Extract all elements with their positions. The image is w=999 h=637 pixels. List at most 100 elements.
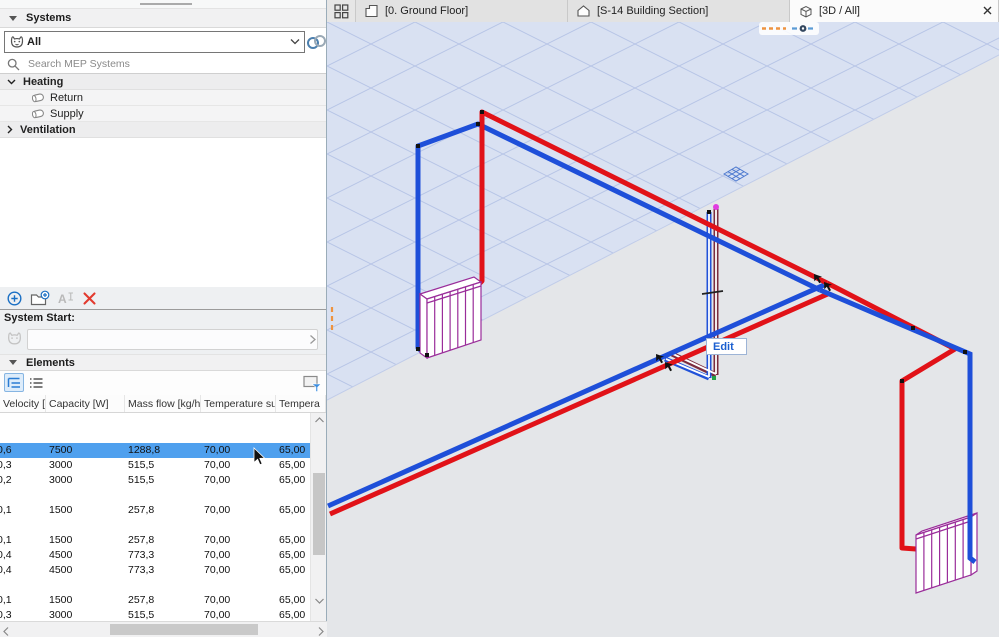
expander-closed-icon[interactable] — [7, 125, 13, 134]
table-cell — [125, 413, 201, 428]
viewport-3d[interactable]: Edit — [326, 22, 999, 637]
table-row[interactable]: 0,3 3000 515,5 70,00 65,00 — [0, 608, 310, 621]
scroll-left-icon[interactable] — [3, 627, 9, 636]
table-cell: 0,6 — [0, 444, 12, 456]
tab-ground-floor[interactable]: [0. Ground Floor] — [356, 0, 568, 22]
table-cell: 257,8 — [128, 534, 155, 546]
table-cell — [201, 518, 276, 533]
drag-handle[interactable] — [140, 3, 192, 5]
column-header-temp-return[interactable]: Tempera — [276, 395, 326, 412]
table-row[interactable] — [0, 428, 310, 443]
chevron-right-icon[interactable] — [309, 334, 317, 345]
tree-view-toggle[interactable] — [4, 373, 24, 392]
table-cell: 4500 — [49, 564, 73, 576]
expander-open-icon[interactable] — [7, 79, 16, 85]
search-field[interactable] — [0, 55, 326, 74]
table-cell — [125, 518, 201, 533]
table-cell: 515,5 — [128, 609, 155, 621]
floor-plan-icon — [365, 4, 378, 18]
table-cell — [0, 518, 46, 533]
table-row[interactable] — [0, 518, 310, 533]
horizontal-scrollbar[interactable] — [0, 621, 327, 637]
table-row[interactable]: 0,1 1500 257,8 70,00 65,00 — [0, 503, 310, 518]
quad-view-icon — [333, 3, 348, 18]
elements-section-header[interactable]: Elements — [0, 354, 326, 371]
scroll-up-icon[interactable] — [315, 417, 324, 423]
tree-group-ventilation[interactable]: Ventilation — [0, 122, 326, 138]
vertical-scrollbar[interactable] — [310, 413, 326, 621]
list-view-icon — [29, 377, 42, 388]
table-cell — [0, 488, 46, 503]
elements-header-label: Elements — [26, 356, 75, 369]
tree-group-heating[interactable]: Heating — [0, 74, 326, 90]
hotspot-magenta[interactable] — [713, 204, 719, 210]
quad-view-button[interactable] — [327, 0, 356, 22]
new-folder-icon[interactable] — [30, 290, 51, 307]
table-row[interactable]: 0,1 1500 257,8 70,00 65,00 — [0, 533, 310, 548]
table-cell: 515,5 — [128, 459, 155, 471]
table-cell — [201, 413, 276, 428]
table-cell: 3000 — [49, 609, 73, 621]
table-row[interactable] — [0, 413, 310, 428]
horizontal-scroll-thumb[interactable] — [110, 624, 258, 635]
linked-systems-icon[interactable] — [306, 33, 327, 51]
table-row[interactable]: 0,1 1500 257,8 70,00 65,00 — [0, 593, 310, 608]
table-row[interactable]: 0,2 3000 515,5 70,00 65,00 — [0, 473, 310, 488]
delete-icon[interactable] — [82, 291, 97, 306]
systems-toolbar: A — [0, 287, 326, 309]
column-header-capacity[interactable]: Capacity [W] — [46, 395, 125, 412]
table-row[interactable]: 0,4 4500 773,3 70,00 65,00 — [0, 548, 310, 563]
chevron-down-icon — [290, 36, 300, 48]
table-cell — [0, 428, 46, 443]
table-cell — [201, 488, 276, 503]
table-cell — [276, 413, 310, 428]
scroll-right-icon[interactable] — [318, 627, 324, 636]
tab-building-section[interactable]: [S-14 Building Section] — [568, 0, 790, 22]
table-rows: 0,6 7500 1288,8 70,00 65,00 0,3 3000 515,5 70,00… — [0, 413, 310, 621]
column-header-massflow[interactable]: Mass flow [kg/h] — [125, 395, 201, 412]
table-cell — [276, 518, 310, 533]
pipe-icon — [31, 109, 44, 119]
list-view-toggle[interactable] — [26, 373, 46, 392]
table-cell: 0,4 — [0, 549, 12, 561]
table-cell: 70,00 — [204, 549, 231, 561]
system-filter-combobox[interactable]: All — [4, 31, 305, 53]
rename-icon[interactable]: A — [58, 291, 75, 306]
systems-section-header[interactable]: Systems — [0, 8, 326, 28]
add-system-icon[interactable] — [6, 290, 23, 307]
table-row[interactable] — [0, 488, 310, 503]
table-cell: 0,3 — [0, 609, 12, 621]
scroll-down-icon[interactable] — [315, 598, 324, 604]
search-input[interactable] — [26, 57, 326, 71]
vertical-scroll-thumb[interactable] — [313, 473, 325, 555]
tree-item-supply[interactable]: Supply — [0, 106, 326, 122]
select-in-model-icon[interactable] — [303, 374, 323, 393]
column-header-velocity[interactable]: Velocity [... — [0, 395, 46, 412]
table-cell: 70,00 — [204, 594, 231, 606]
table-cell: 7500 — [49, 444, 73, 456]
table-cell: 0,2 — [0, 474, 12, 486]
table-cell: 65,00 — [279, 504, 306, 516]
close-icon — [983, 6, 992, 15]
table-row[interactable] — [0, 578, 310, 593]
systems-header-label: Systems — [26, 12, 72, 24]
table-cell: 65,00 — [279, 594, 306, 606]
table-cell — [125, 578, 201, 593]
scene-canvas[interactable] — [326, 22, 999, 637]
tree-group-label: Heating — [23, 75, 64, 88]
table-header[interactable]: Velocity [... Capacity [W] Mass flow [kg… — [0, 395, 326, 413]
tab-3d-all[interactable]: [3D / All] — [790, 0, 999, 22]
palette-drag-strip[interactable] — [0, 0, 326, 8]
hotspot-green[interactable] — [712, 376, 716, 380]
table-cell — [0, 413, 46, 428]
table-cell: 4500 — [49, 549, 73, 561]
table-cell: 0,4 — [0, 564, 12, 576]
floating-mini-toolbar[interactable] — [759, 22, 819, 35]
close-tab-button[interactable] — [982, 5, 993, 16]
tree-item-return[interactable]: Return — [0, 90, 326, 106]
table-cell — [0, 578, 46, 593]
system-start-input[interactable] — [27, 329, 318, 350]
table-row[interactable]: 0,4 4500 773,3 70,00 65,00 — [0, 563, 310, 578]
column-header-temp-supply[interactable]: Temperature su... — [201, 395, 276, 412]
edit-tooltip-label: Edit — [713, 340, 734, 353]
